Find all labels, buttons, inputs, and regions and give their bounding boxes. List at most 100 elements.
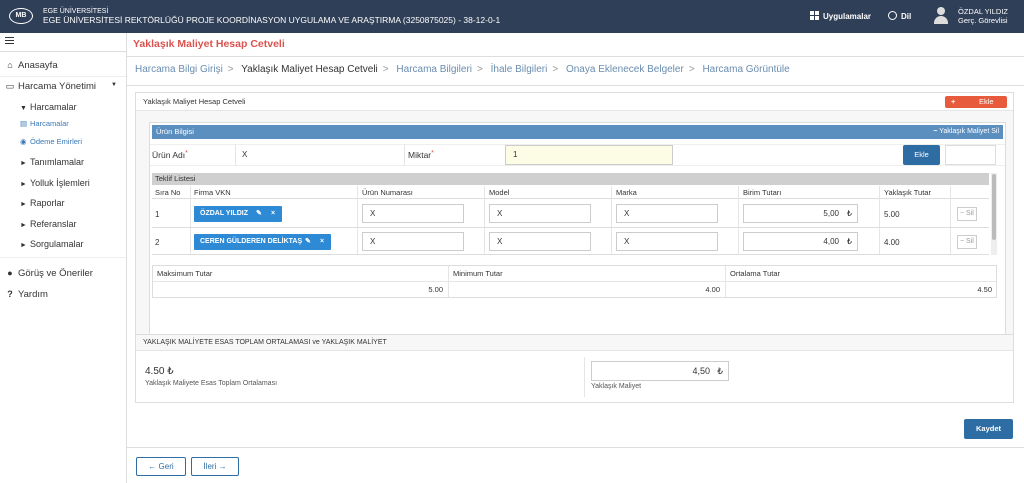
sidebar-item-gorus[interactable]: ● Görüş ve Öneriler — [0, 268, 126, 279]
breadcrumb-item[interactable]: Harcama Bilgi Girişi — [135, 64, 223, 75]
sidebar-item-odeme-emirleri[interactable]: ◉ Ödeme Emirleri — [20, 137, 82, 146]
input-value: 4,00 — [823, 237, 839, 246]
model-input[interactable]: X — [489, 232, 591, 251]
coin-icon: ◉ — [20, 137, 27, 146]
urun-box: Ürün Bilgisi − Yaklaşık Maliyet Sil Ürün… — [149, 122, 1006, 349]
divider — [404, 144, 405, 166]
yaklasik-maliyet-input[interactable]: 4,50 ₺ — [591, 361, 729, 381]
arrow-left-icon: ← — [148, 462, 157, 471]
breadcrumb-item[interactable]: Harcama Bilgileri — [396, 64, 472, 75]
divider — [127, 56, 1024, 57]
column-header: Model — [489, 188, 510, 197]
teklif-table-header: Sıra No Firma VKN Ürün Numarası Model Ma… — [152, 186, 989, 199]
language-menu[interactable]: Dil — [888, 11, 911, 21]
breadcrumb-item-active: Yaklaşık Maliyet Hesap Cetveli — [241, 64, 378, 75]
button-label: Sil — [966, 238, 974, 245]
teklif-section-header: Teklif Listesi — [152, 173, 989, 185]
close-icon[interactable]: × — [320, 234, 324, 250]
firm-tag[interactable]: CEREN GÜLDEREN DELİKTAŞ ✎ × — [194, 234, 331, 250]
divider — [127, 85, 1024, 86]
remove-yaklasik-maliyet-link[interactable]: − Yaklaşık Maliyet Sil — [933, 125, 999, 139]
arrow-right-icon: → — [218, 462, 227, 471]
sidebar-item-tanimlamalar[interactable]: ► Tanımlamalar — [20, 157, 84, 167]
user-menu[interactable]: ÖZDAL YILDIZ Gerç. Görevlisi — [958, 7, 1008, 25]
cetvel-add-button[interactable]: + Ekle — [945, 96, 1007, 108]
avg-label: Ortalama Tutar — [730, 269, 781, 278]
sidebar-label: Tanımlamalar — [30, 157, 85, 167]
lira-icon: ₺ — [167, 366, 174, 377]
minus-icon: − — [960, 238, 965, 245]
edit-icon[interactable]: ✎ — [256, 206, 262, 222]
user-name: ÖZDAL YILDIZ — [958, 7, 1009, 16]
miktar-input[interactable]: 1 — [505, 145, 673, 165]
scrollbar[interactable] — [991, 173, 997, 255]
list-icon: ▤ — [20, 119, 28, 128]
chevron-right-icon: > — [227, 64, 234, 75]
breadcrumb-item[interactable]: Harcama Görüntüle — [702, 64, 789, 75]
divider — [235, 144, 236, 166]
apps-label: Uygulamalar — [823, 12, 872, 21]
sidebar-item-harcama-yonetimi[interactable]: ▭ Harcama Yönetimi ▼ — [0, 81, 126, 92]
teklif-summary: Maksimum Tutar Minimum Tutar Ortalama Tu… — [152, 265, 997, 298]
chevron-right-icon: > — [688, 64, 695, 75]
breadcrumb-item[interactable]: İhale Bilgileri — [491, 64, 548, 75]
sidebar-label: Sorgulamalar — [30, 239, 84, 249]
lira-icon: ₺ — [846, 209, 852, 218]
sidebar-item-yardim[interactable]: ? Yardım — [0, 289, 126, 300]
column-header: Birim Tutarı — [743, 188, 782, 197]
sidebar-item-harcamalar-sub[interactable]: ▤ Harcamalar — [20, 119, 69, 128]
sidebar-label: Yardım — [18, 289, 48, 300]
breadcrumb-item[interactable]: Onaya Eklenecek Belgeler — [566, 64, 684, 75]
max-value: 5.00 — [428, 285, 443, 294]
caret-right-icon: ► — [20, 222, 27, 229]
firm-tag[interactable]: ÖZDAL YILDIZ ✎ × — [194, 206, 282, 222]
menu-toggle-icon[interactable] — [5, 37, 14, 44]
divider — [448, 266, 449, 297]
sidebar: ⌂ Anasayfa ▭ Harcama Yönetimi ▼ ▼ Harcamalar… — [0, 33, 127, 483]
sidebar-label: Raporlar — [30, 198, 65, 208]
save-button[interactable]: Kaydet — [964, 419, 1013, 439]
sidebar-item-sorgulamalar[interactable]: ► Sorgulamalar — [20, 239, 84, 249]
sidebar-label: Görüş ve Öneriler — [18, 268, 93, 279]
caret-right-icon: ► — [20, 201, 27, 208]
close-icon[interactable]: × — [271, 206, 275, 222]
breadcrumb: Harcama Bilgi Girişi > Yaklaşık Maliyet H… — [135, 64, 790, 75]
column-header: Ürün Numarası — [362, 188, 413, 197]
apps-menu[interactable]: Uygulamalar — [810, 11, 871, 21]
urun-add-button[interactable]: Ekle — [903, 145, 940, 165]
input-value: 5,00 — [823, 209, 839, 218]
totals-panel: YAKLAŞIK MALİYETE ESAS TOPLAM ORTALAMASI… — [135, 334, 1014, 403]
sidebar-item-home[interactable]: ⌂ Anasayfa — [0, 60, 126, 71]
button-label: İleri — [203, 462, 217, 471]
delete-row-button[interactable]: − Sil — [957, 235, 977, 249]
back-button[interactable]: ← Geri — [136, 457, 186, 476]
edit-icon[interactable]: ✎ — [305, 234, 311, 250]
minus-icon: − — [960, 210, 965, 217]
birim-tutari-input[interactable]: 4,00 ₺ — [743, 232, 858, 251]
model-input[interactable]: X — [489, 204, 591, 223]
button-label: Ekle — [979, 97, 994, 106]
next-button[interactable]: İleri → — [191, 457, 239, 476]
urun-numarasi-input[interactable]: X — [362, 232, 464, 251]
urun-numarasi-input[interactable]: X — [362, 204, 464, 223]
lira-icon: ₺ — [717, 366, 723, 376]
sidebar-label: Harcamalar — [30, 102, 77, 112]
empty-cell — [945, 145, 996, 165]
firm-name: CEREN GÜLDEREN DELİKTAŞ — [200, 238, 303, 245]
sidebar-item-referanslar[interactable]: ► Referanslar — [20, 219, 77, 229]
marka-input[interactable]: X — [616, 204, 718, 223]
urun-adi-input[interactable]: X — [242, 150, 247, 159]
birim-tutari-input[interactable]: 5,00 ₺ — [743, 204, 858, 223]
input-value: 4,50 — [692, 366, 710, 376]
delete-row-button[interactable]: − Sil — [957, 207, 977, 221]
grid-icon — [810, 11, 819, 20]
globe-icon — [888, 11, 897, 20]
miktar-label: Miktar* — [408, 150, 434, 160]
sidebar-item-raporlar[interactable]: ► Raporlar — [20, 198, 65, 208]
toplam-ortalama-value: 4.50 ₺ — [145, 366, 174, 377]
marka-input[interactable]: X — [616, 232, 718, 251]
user-avatar-icon[interactable] — [934, 7, 948, 25]
sidebar-item-harcamalar[interactable]: ▼ Harcamalar — [20, 102, 77, 112]
sidebar-item-yolluk[interactable]: ► Yolluk İşlemleri — [20, 178, 90, 188]
min-value: 4.00 — [705, 285, 720, 294]
